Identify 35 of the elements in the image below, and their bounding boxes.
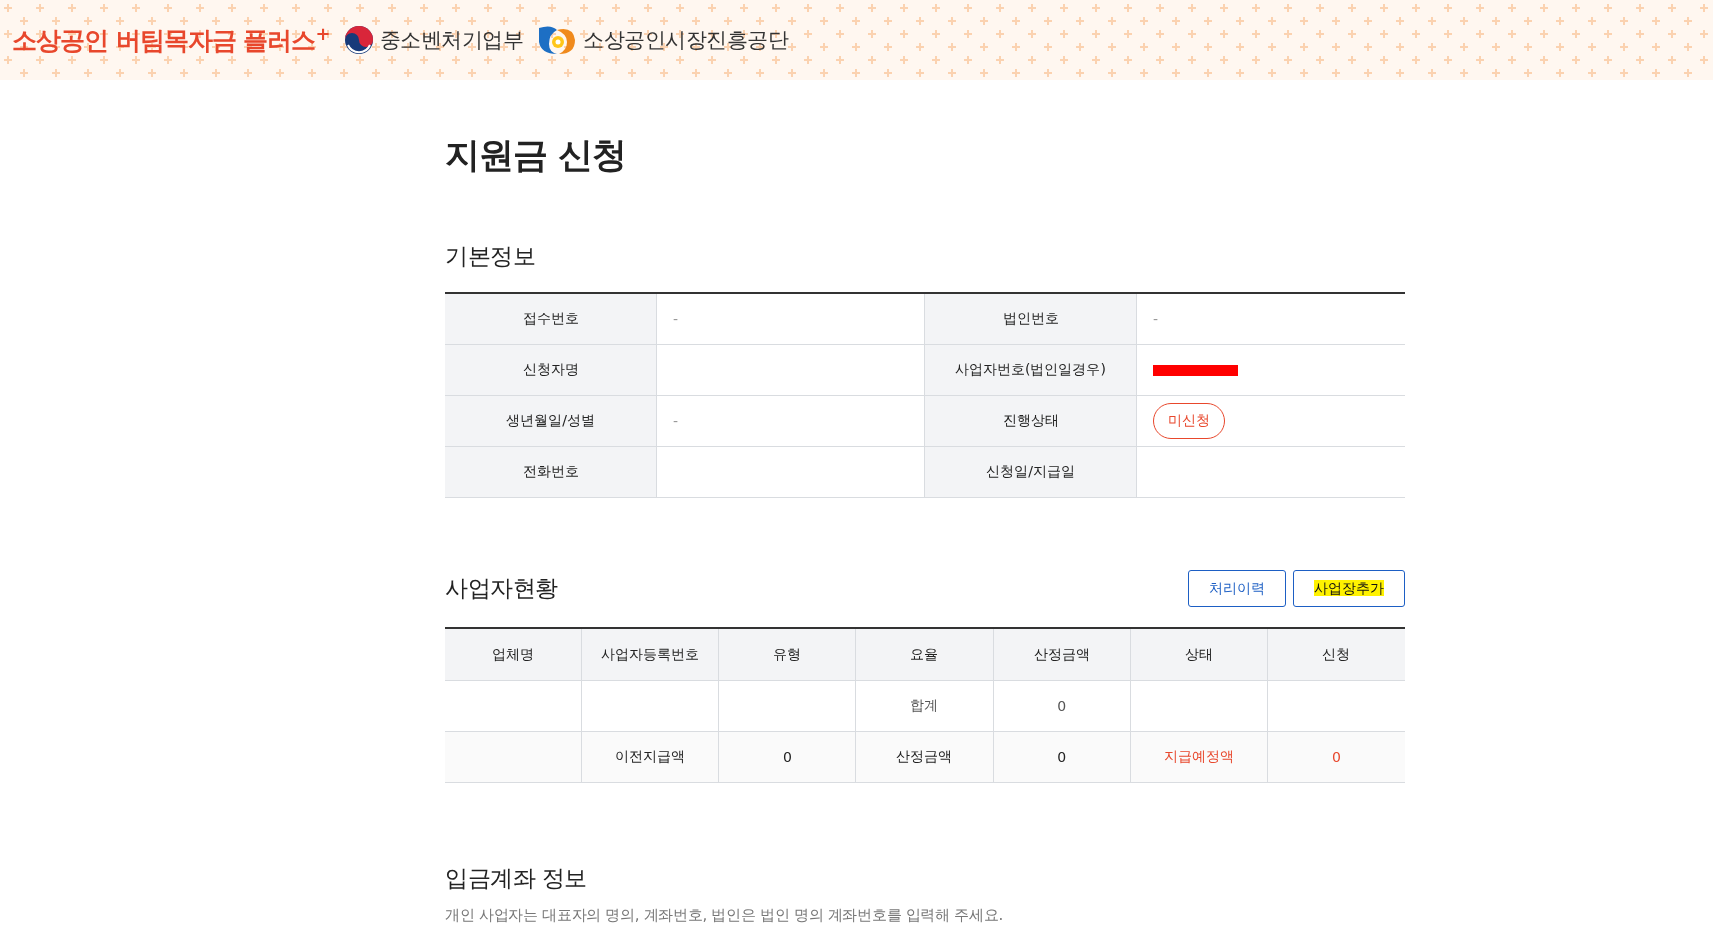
field-label: 접수번호 <box>445 294 657 345</box>
field-label: 법인번호 <box>925 294 1137 345</box>
column-header: 신청 <box>1267 629 1405 681</box>
ministry-name: 중소벤처기업부 <box>379 27 523 54</box>
table-cell: - <box>1137 294 1405 345</box>
agency-logo-icon <box>537 24 577 56</box>
section-heading: 기본정보 <box>445 242 536 271</box>
column-header: 유형 <box>719 629 857 681</box>
table-cell: 0 <box>1267 732 1405 783</box>
site-title[interactable]: 소상공인 버팀목자금 플러스$^{+}$ <box>12 22 330 58</box>
table-cell: 0 <box>993 732 1131 783</box>
field-label: 사업자번호(법인일경우) <box>925 345 1137 396</box>
table-cell: 0 <box>719 732 857 783</box>
field-label: 전화번호 <box>445 447 657 498</box>
agency-name: 소상공인시장진흥공단 <box>583 27 788 54</box>
section-heading: 입금계좌 정보 <box>445 864 588 893</box>
table-cell: 이전지급액 <box>582 732 720 783</box>
column-header: 사업자등록번호 <box>582 629 720 681</box>
field-label: 신청일/지급일 <box>925 447 1137 498</box>
table-cell: 지급예정액 <box>1130 732 1268 783</box>
add-workplace-button[interactable]: 사업장추가 <box>1293 570 1405 607</box>
field-label: 생년월일/성별 <box>445 396 657 447</box>
instruction-text: 개인 사업자는 대표자의 명의, 계좌번호, 법인은 법인 명의 계좌번호를 입력해 주세요. <box>445 906 1004 925</box>
status-badge: 미신청 <box>1153 403 1225 439</box>
column-header: 상태 <box>1130 629 1268 681</box>
field-label: 신청자명 <box>445 345 657 396</box>
page-title: 지원금 신청 <box>445 134 628 177</box>
column-header: 요율 <box>856 629 994 681</box>
table-cell: 산정금액 <box>856 732 994 783</box>
emblem-icon <box>343 25 374 55</box>
field-label: 진행상태 <box>925 396 1137 447</box>
column-header: 산정금액 <box>993 629 1131 681</box>
section-heading: 사업자현황 <box>445 574 558 603</box>
history-button[interactable]: 처리이력 <box>1188 570 1286 607</box>
column-header: 업체명 <box>445 629 583 681</box>
